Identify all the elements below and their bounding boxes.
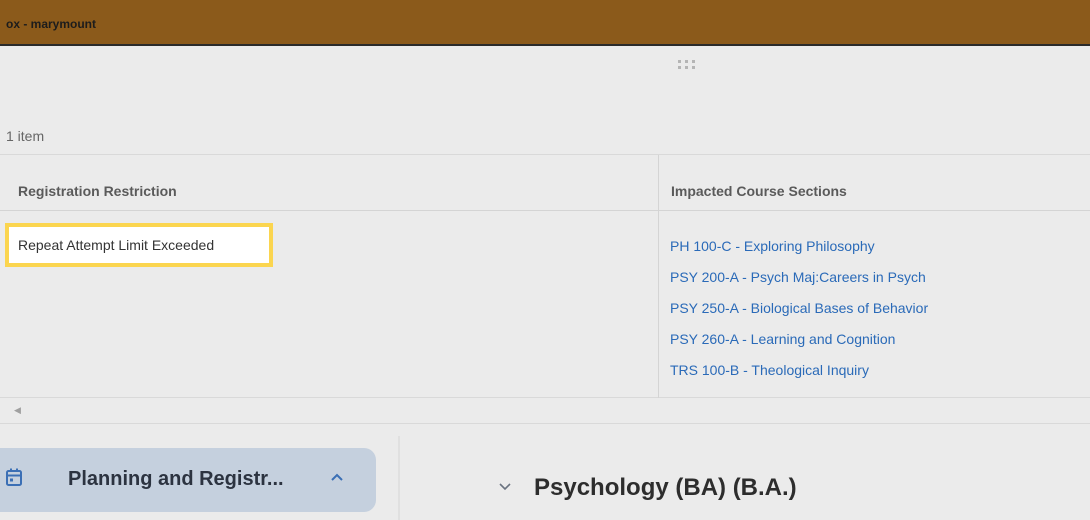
drag-handle-icon[interactable] [678,60,698,72]
chevron-down-icon[interactable] [498,480,512,494]
item-count: 1 item [6,128,45,144]
course-section-list: PH 100-C - Exploring Philosophy PSY 200-… [670,235,928,390]
restrictions-table: Registration Restriction Impacted Course… [0,154,1090,398]
scroll-left-icon[interactable]: ◀ [14,405,21,416]
top-bar: ox - marymount [0,0,1090,46]
lower-panel: Planning and Registr... Psychology (BA) … [0,436,1090,520]
program-title[interactable]: Psychology (BA) (B.A.) [534,474,797,502]
course-link-psy-260-a[interactable]: PSY 260-A - Learning and Cognition [670,328,928,359]
course-link-psy-200-a[interactable]: PSY 200-A - Psych Maj:Careers in Psych [670,266,928,297]
course-link-ph-100-c[interactable]: PH 100-C - Exploring Philosophy [670,235,928,266]
planning-registration-nav[interactable]: Planning and Registr... [0,448,376,512]
sidebar-divider [398,436,400,520]
horizontal-scrollbar[interactable]: ◀ [0,398,1090,424]
calendar-icon [6,468,22,486]
tenant-title: ox - marymount [6,17,97,31]
restriction-cell-highlighted: Repeat Attempt Limit Exceeded [5,223,273,267]
header-impacted-course-sections[interactable]: Impacted Course Sections [671,183,847,199]
course-link-psy-250-a[interactable]: PSY 250-A - Biological Bases of Behavior [670,297,928,328]
restriction-value: Repeat Attempt Limit Exceeded [18,237,215,253]
chevron-up-icon[interactable] [330,470,344,484]
header-divider [0,210,1090,211]
course-link-trs-100-b[interactable]: TRS 100-B - Theological Inquiry [670,359,928,390]
header-registration-restriction[interactable]: Registration Restriction [18,183,177,199]
column-divider [658,155,659,398]
planning-registration-label: Planning and Registr... [68,468,284,490]
